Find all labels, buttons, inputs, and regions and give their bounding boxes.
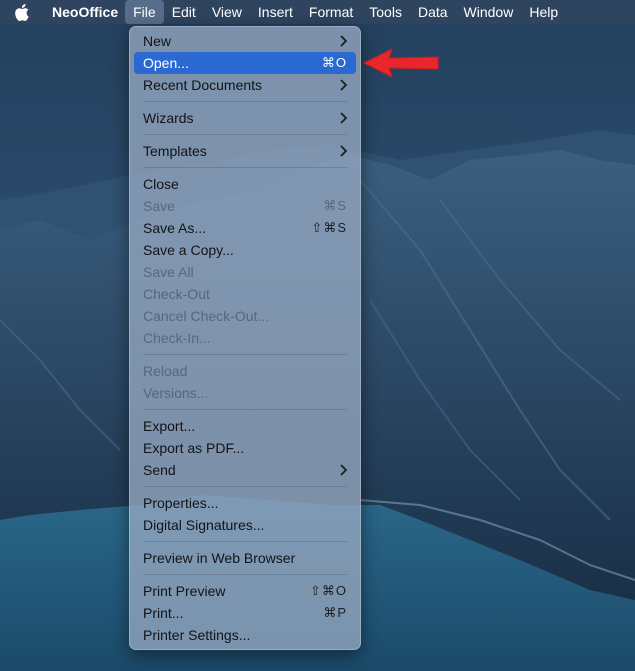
menu-item-label: Printer Settings... xyxy=(143,627,251,643)
menu-item-label: Preview in Web Browser xyxy=(143,550,296,566)
menu-item-label: Recent Documents xyxy=(143,77,263,93)
apple-logo-icon[interactable] xyxy=(0,0,44,24)
menu-item-preview-in-web-browser[interactable]: Preview in Web Browser xyxy=(134,547,356,569)
chevron-right-icon xyxy=(339,464,347,476)
menu-item-label: Digital Signatures... xyxy=(143,517,265,533)
menu-item-shortcut: ⌘P xyxy=(323,605,347,620)
menubar-item-file[interactable]: File xyxy=(125,0,164,24)
menubar-item-window[interactable]: Window xyxy=(456,0,522,24)
menu-item-label: Open... xyxy=(143,55,189,71)
menu-item-shortcut: ⇧⌘S xyxy=(311,220,347,235)
menu-item-print-preview[interactable]: Print Preview ⇧⌘O xyxy=(134,580,356,602)
menubar-item-data[interactable]: Data xyxy=(410,0,456,24)
menu-separator xyxy=(143,409,347,410)
menu-item-save[interactable]: Save ⌘S xyxy=(134,195,356,217)
menu-item-close[interactable]: Close xyxy=(134,173,356,195)
menu-item-templates[interactable]: Templates xyxy=(134,140,356,162)
chevron-right-icon xyxy=(339,145,347,157)
menu-item-label: Properties... xyxy=(143,495,219,511)
menu-item-label: Save xyxy=(143,198,175,214)
menu-item-properties[interactable]: Properties... xyxy=(134,492,356,514)
file-menu-dropdown: New Open... ⌘O Recent Documents Wizards … xyxy=(129,26,361,650)
menu-separator xyxy=(143,541,347,542)
menu-bar: NeoOffice File Edit View Insert Format T… xyxy=(0,0,635,24)
menu-item-label: Save a Copy... xyxy=(143,242,234,258)
menu-item-label: Print Preview xyxy=(143,583,226,599)
menu-item-label: Templates xyxy=(143,143,207,159)
menu-item-label: Check-In... xyxy=(143,330,211,346)
chevron-right-icon xyxy=(339,79,347,91)
menu-item-cancel-check-out[interactable]: Cancel Check-Out... xyxy=(134,305,356,327)
menu-item-shortcut: ⌘S xyxy=(323,198,347,213)
menu-item-versions[interactable]: Versions... xyxy=(134,382,356,404)
menu-item-label: Print... xyxy=(143,605,184,621)
menu-separator xyxy=(143,574,347,575)
menu-separator xyxy=(143,354,347,355)
menu-separator xyxy=(143,486,347,487)
menubar-item-edit[interactable]: Edit xyxy=(164,0,204,24)
menu-item-label: Wizards xyxy=(143,110,194,126)
menu-item-label: Save As... xyxy=(143,220,207,236)
chevron-right-icon xyxy=(339,112,347,124)
menu-item-export-as-pdf[interactable]: Export as PDF... xyxy=(134,437,356,459)
menu-item-check-in[interactable]: Check-In... xyxy=(134,327,356,349)
menu-item-label: Reload xyxy=(143,363,188,379)
menu-item-export[interactable]: Export... xyxy=(134,415,356,437)
menubar-item-help[interactable]: Help xyxy=(521,0,566,24)
menu-item-check-out[interactable]: Check-Out xyxy=(134,283,356,305)
menu-item-save-as[interactable]: Save As... ⇧⌘S xyxy=(134,217,356,239)
menu-item-printer-settings[interactable]: Printer Settings... xyxy=(134,624,356,646)
menu-item-label: Close xyxy=(143,176,179,192)
menubar-item-format[interactable]: Format xyxy=(301,0,361,24)
menu-item-label: Send xyxy=(143,462,176,478)
menu-separator xyxy=(143,134,347,135)
menu-item-label: Cancel Check-Out... xyxy=(143,308,270,324)
menu-item-reload[interactable]: Reload xyxy=(134,360,356,382)
menu-item-label: New xyxy=(143,33,172,49)
menu-item-label: Save All xyxy=(143,264,194,280)
menu-item-print[interactable]: Print... ⌘P xyxy=(134,602,356,624)
menu-item-label: Export as PDF... xyxy=(143,440,245,456)
menubar-item-tools[interactable]: Tools xyxy=(361,0,410,24)
menubar-item-neooffice[interactable]: NeoOffice xyxy=(44,0,125,24)
red-arrow-pointer-icon xyxy=(362,46,440,80)
chevron-right-icon xyxy=(339,35,347,47)
menu-separator xyxy=(143,101,347,102)
menu-item-save-a-copy[interactable]: Save a Copy... xyxy=(134,239,356,261)
menu-item-label: Export... xyxy=(143,418,196,434)
menu-item-shortcut: ⇧⌘O xyxy=(309,583,347,598)
menubar-item-insert[interactable]: Insert xyxy=(250,0,301,24)
menu-item-open[interactable]: Open... ⌘O xyxy=(134,52,356,74)
menu-item-send[interactable]: Send xyxy=(134,459,356,481)
menu-item-shortcut: ⌘O xyxy=(321,55,347,70)
menu-item-save-all[interactable]: Save All xyxy=(134,261,356,283)
menu-separator xyxy=(143,167,347,168)
menu-item-label: Check-Out xyxy=(143,286,210,302)
menu-item-wizards[interactable]: Wizards xyxy=(134,107,356,129)
menu-item-label: Versions... xyxy=(143,385,209,401)
menubar-item-view[interactable]: View xyxy=(204,0,250,24)
menu-item-recent-documents[interactable]: Recent Documents xyxy=(134,74,356,96)
menu-item-new[interactable]: New xyxy=(134,30,356,52)
menu-item-digital-signatures[interactable]: Digital Signatures... xyxy=(134,514,356,536)
